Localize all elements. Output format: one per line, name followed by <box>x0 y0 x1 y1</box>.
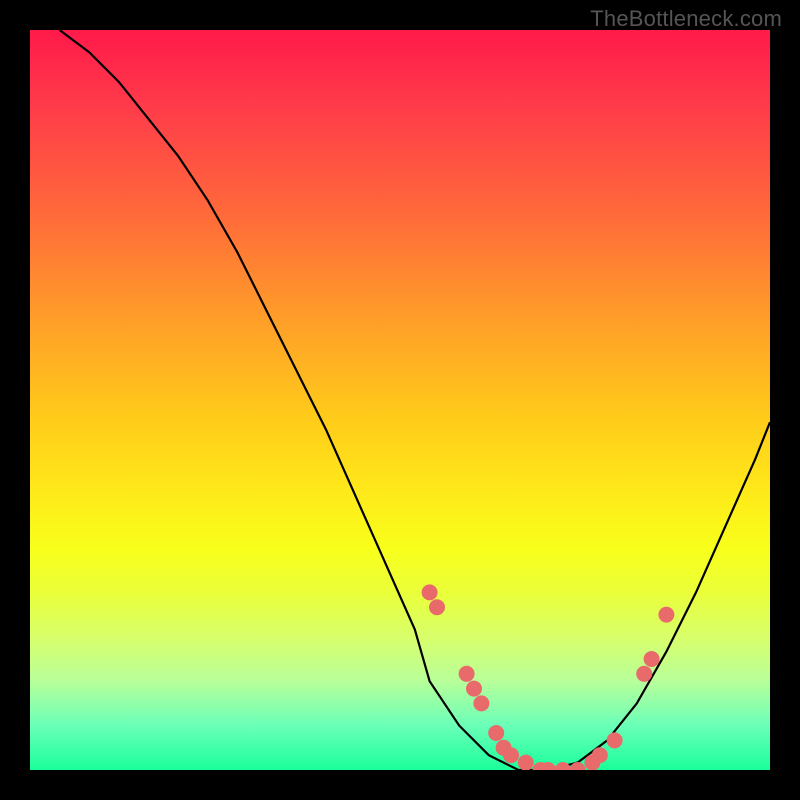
watermark-text: TheBottleneck.com <box>590 6 782 32</box>
curve-marker <box>488 725 504 741</box>
curve-marker <box>503 747 519 763</box>
curve-marker <box>636 666 652 682</box>
curve-marker <box>592 747 608 763</box>
curve-marker <box>466 681 482 697</box>
curve-marker <box>607 732 623 748</box>
curve-marker <box>518 755 534 770</box>
curve-marker <box>555 762 571 770</box>
curve-markers <box>422 584 675 770</box>
curve-marker <box>658 607 674 623</box>
bottleneck-curve <box>60 30 770 770</box>
chart-svg <box>30 30 770 770</box>
chart-plot-area <box>30 30 770 770</box>
curve-marker <box>429 599 445 615</box>
curve-marker <box>422 584 438 600</box>
curve-marker <box>459 666 475 682</box>
curve-marker <box>473 695 489 711</box>
curve-marker <box>644 651 660 667</box>
